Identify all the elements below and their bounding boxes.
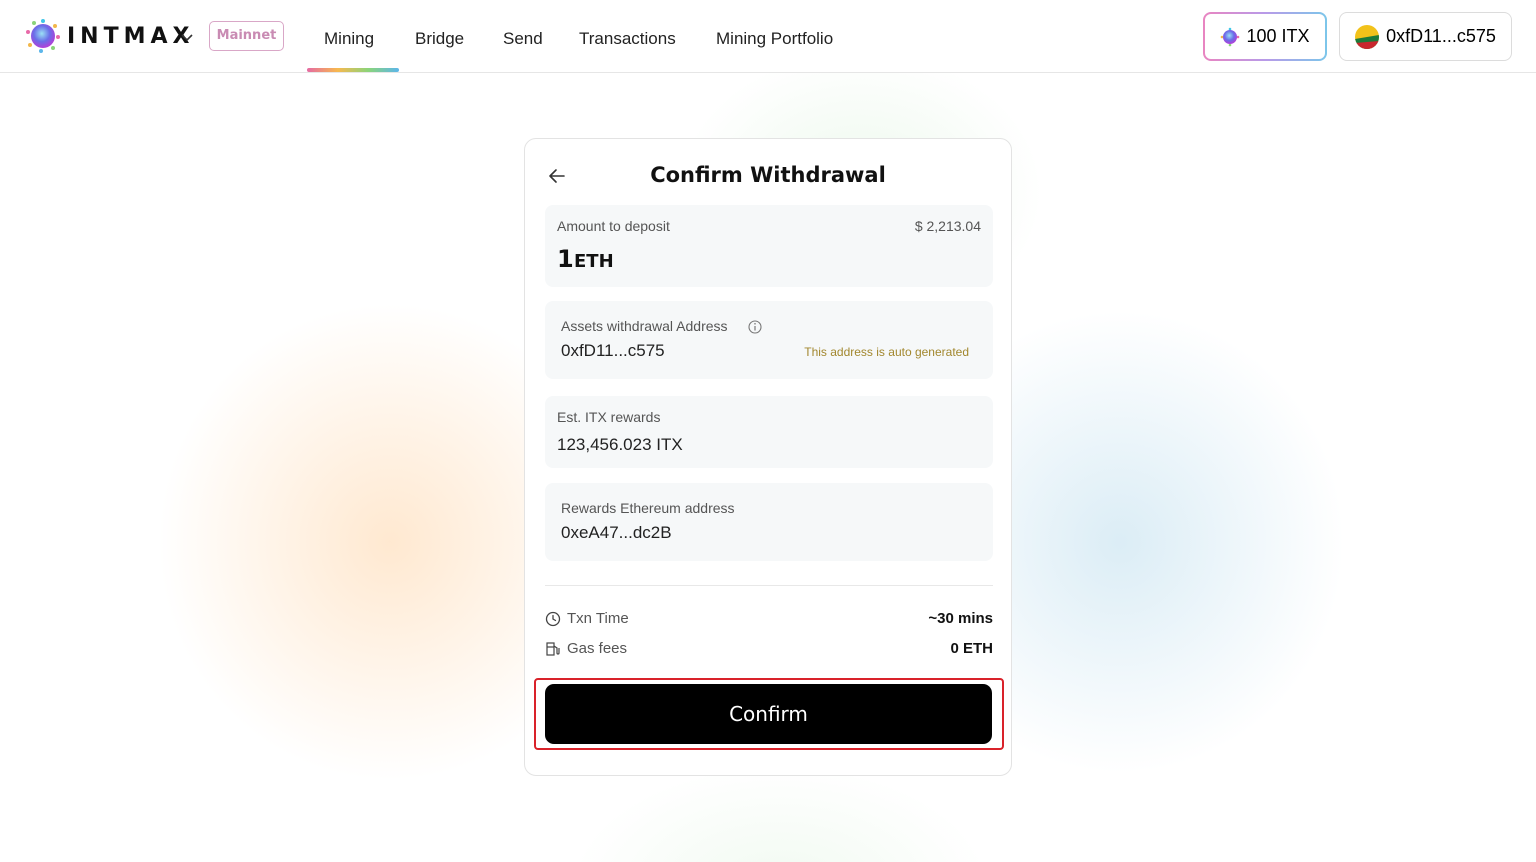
nav-bridge[interactable]: Bridge xyxy=(415,29,464,49)
intmax-logo-icon xyxy=(26,19,60,53)
gas-fees-row: Gas fees 0 ETH xyxy=(545,638,993,660)
nav-transactions[interactable]: Transactions xyxy=(579,29,676,49)
itx-balance-button[interactable]: 100 ITX xyxy=(1203,12,1327,61)
nav-mining[interactable]: Mining xyxy=(324,29,374,49)
top-header: INTMAX Mainnet Mining Bridge Send Transa… xyxy=(0,0,1536,73)
wallet-address-label: 0xfD11...c575 xyxy=(1386,26,1496,46)
rewards-label: Est. ITX rewards xyxy=(557,409,661,425)
txn-time-row: Txn Time ~30 mins xyxy=(545,608,993,630)
withdrawal-address-panel: Assets withdrawal Address 0xfD11...c575 … xyxy=(545,301,993,379)
network-badge[interactable]: Mainnet xyxy=(209,21,284,51)
gas-pump-icon xyxy=(546,642,560,656)
gas-fees-label: Gas fees xyxy=(567,640,628,657)
txn-time-label: Txn Time xyxy=(567,610,629,627)
divider xyxy=(545,585,993,586)
nav-send[interactable]: Send xyxy=(503,29,543,49)
rewards-address-panel: Rewards Ethereum address 0xeA47...dc2B xyxy=(545,483,993,561)
withdrawal-address-label: Assets withdrawal Address xyxy=(561,318,728,334)
amount-unit: ETH xyxy=(574,251,614,272)
itx-balance-label: 100 ITX xyxy=(1246,26,1310,46)
wallet-button[interactable]: 0xfD11...c575 xyxy=(1339,12,1512,61)
rewards-value: 123,456.023 ITX xyxy=(557,435,683,454)
page-title: Confirm Withdrawal xyxy=(650,163,886,187)
rewards-panel: Est. ITX rewards 123,456.023 ITX xyxy=(545,396,993,468)
confirm-button[interactable]: Confirm xyxy=(545,684,992,744)
amount-usd-value: $ 2,213.04 xyxy=(914,218,981,234)
wallet-avatar-icon xyxy=(1355,24,1380,49)
nav-mining-portfolio[interactable]: Mining Portfolio xyxy=(716,29,833,49)
itx-token-icon xyxy=(1221,27,1240,46)
chevron-down-icon[interactable] xyxy=(180,30,194,44)
gas-fees-value: 0 ETH xyxy=(950,640,993,657)
clock-icon xyxy=(545,611,561,627)
info-icon[interactable] xyxy=(748,320,762,334)
intmax-logo[interactable]: INTMAX xyxy=(25,18,195,54)
auto-generated-note: This address is auto generated xyxy=(804,345,969,359)
logo-text: INTMAX xyxy=(67,23,195,49)
active-nav-indicator xyxy=(307,68,399,72)
amount-value: 1 xyxy=(557,245,574,273)
rewards-address-label: Rewards Ethereum address xyxy=(561,500,735,516)
amount-label: Amount to deposit xyxy=(557,218,670,234)
amount-panel: Amount to deposit $ 2,213.04 1 ETH xyxy=(545,205,993,287)
confirm-withdrawal-card: Confirm Withdrawal Amount to deposit $ 2… xyxy=(524,138,1012,776)
rewards-address-value: 0xeA47...dc2B xyxy=(561,523,672,542)
withdrawal-address-value: 0xfD11...c575 xyxy=(561,341,665,360)
txn-time-value: ~30 mins xyxy=(928,610,993,627)
